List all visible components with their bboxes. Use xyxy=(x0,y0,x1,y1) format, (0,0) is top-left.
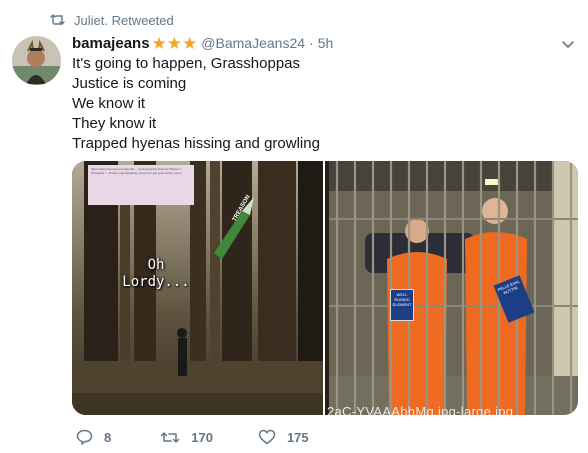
reply-icon xyxy=(76,429,93,445)
separator-dot: · xyxy=(309,35,314,51)
tweet-text-line: It's going to happen, Grasshoppas xyxy=(72,55,301,72)
heart-icon xyxy=(258,429,276,445)
tweet-text: It's going to happen, Grasshoppas Justic… xyxy=(72,54,320,154)
tweet-text-line: Justice is coming xyxy=(72,75,187,92)
like-button[interactable]: 175 xyxy=(258,429,309,445)
display-name[interactable]: bamajeans xyxy=(72,35,150,52)
reply-count: 8 xyxy=(104,429,112,445)
timestamp[interactable]: 5h xyxy=(318,35,334,51)
star-icon: ★ xyxy=(151,33,167,53)
forest-note: https://www.thenews.com/jan-26 ... treas… xyxy=(88,165,194,205)
media-image-forest[interactable]: https://www.thenews.com/jan-26 ... treas… xyxy=(72,161,323,415)
like-count: 175 xyxy=(286,429,309,445)
retweet-button[interactable]: 170 xyxy=(160,430,213,445)
tweet-text-line: We know it xyxy=(72,95,146,112)
image-caption: Oh Lordy... xyxy=(122,257,190,290)
tweet-text-line: They know it xyxy=(72,115,157,132)
star-icon: ★ xyxy=(182,33,198,53)
tweet-header: bamajeans ★ ★ ★ @BamaJeans24 · 5h xyxy=(72,33,333,53)
tweet-text-line: Trapped hyenas hissing and growling xyxy=(72,135,320,152)
avatar[interactable] xyxy=(12,36,61,85)
retweet-icon xyxy=(160,430,180,445)
media-image-jail[interactable]: WELL RUINED ELEMENT PELLE EVAL NUTTIN 2a… xyxy=(325,161,578,415)
book-left: WELL RUINED ELEMENT xyxy=(390,289,414,321)
star-icon: ★ xyxy=(166,33,183,53)
retweet-banner: Juliet. Retweeted xyxy=(50,11,174,29)
image-filename-overlay: 2aC-YVAAAbhMg.jpg-large.jpg xyxy=(327,404,514,415)
chevron-down-icon[interactable] xyxy=(561,37,575,48)
user-handle[interactable]: @BamaJeans24 xyxy=(201,35,305,51)
tweet-actions: 8 170 175 xyxy=(72,427,309,447)
retweet-count: 170 xyxy=(191,429,213,445)
retweet-icon xyxy=(50,13,66,27)
star-icons: ★ ★ ★ xyxy=(152,35,198,52)
tweet-media: https://www.thenews.com/jan-26 ... treas… xyxy=(72,161,578,415)
retweet-banner-text[interactable]: Juliet. Retweeted xyxy=(74,13,174,28)
reply-button[interactable]: 8 xyxy=(76,429,111,445)
